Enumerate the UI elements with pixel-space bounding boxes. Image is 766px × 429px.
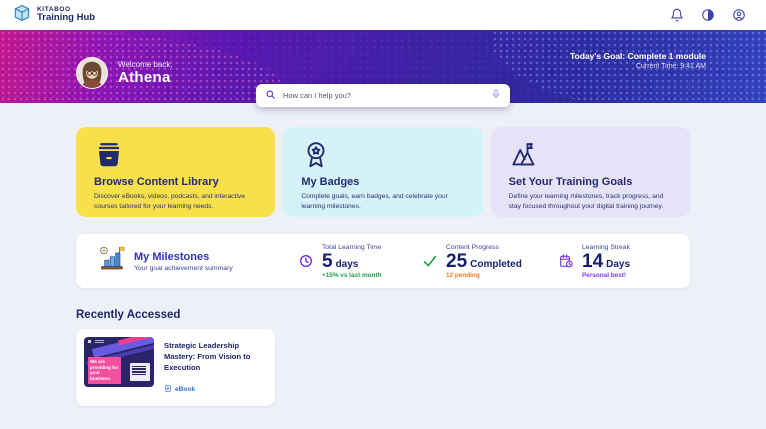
card-title: My Badges bbox=[301, 176, 464, 188]
user-name: Athena bbox=[118, 69, 173, 86]
user-avatar bbox=[76, 57, 108, 89]
stat-unit: Days bbox=[606, 259, 630, 270]
welcome-banner: Welcome back. Athena Today's Goal: Compl… bbox=[0, 30, 766, 103]
stat-label: Content Progress bbox=[446, 244, 522, 251]
card-set-training-goals[interactable]: Set Your Training Goals Define your lear… bbox=[491, 127, 690, 217]
mountain-flag-icon bbox=[509, 140, 672, 170]
stat-total-learning-time: Total Learning Time 5 days +15% vs last … bbox=[298, 244, 422, 279]
microphone-icon[interactable] bbox=[491, 87, 501, 105]
stat-content-progress: Content Progress 25 Completed 12 pending bbox=[422, 244, 558, 279]
top-header: KITABOO Training Hub bbox=[0, 0, 766, 30]
product-name: Training Hub bbox=[37, 13, 95, 23]
stat-learning-streak: Learning Streak 14 Days Personal best! bbox=[558, 244, 666, 279]
card-my-badges[interactable]: My Badges Complete goals, earn badges, a… bbox=[283, 127, 482, 217]
course-thumbnail: We are providing for your business. bbox=[84, 337, 154, 387]
quick-action-cards: Browse Content Library Discover eBooks, … bbox=[76, 127, 690, 217]
welcome-label: Welcome back. bbox=[118, 60, 173, 69]
document-icon bbox=[164, 380, 172, 398]
clock-history-icon bbox=[298, 253, 314, 269]
milestones-title: My Milestones bbox=[134, 251, 233, 263]
stat-value: 25 bbox=[446, 252, 467, 271]
content-library-box-icon bbox=[94, 140, 257, 170]
current-time: Current Time: 9:41 AM bbox=[570, 63, 706, 70]
green-check-icon bbox=[422, 253, 438, 269]
content-type-badge: eBook bbox=[175, 386, 195, 393]
stat-note: 12 pending bbox=[446, 272, 522, 279]
stat-note: +15% vs last month bbox=[322, 272, 382, 279]
recent-item-card[interactable]: We are providing for your business. Stra… bbox=[76, 329, 275, 406]
todays-goal: Today's Goal: Complete 1 module bbox=[570, 51, 706, 61]
card-description: Complete goals, earn badges, and celebra… bbox=[301, 192, 464, 212]
assistant-search-bar[interactable] bbox=[256, 84, 510, 107]
stat-note: Personal best! bbox=[582, 272, 630, 279]
profile-icon[interactable] bbox=[732, 8, 746, 22]
thumb-logo bbox=[88, 340, 102, 343]
card-browse-content-library[interactable]: Browse Content Library Discover eBooks, … bbox=[76, 127, 275, 217]
stat-value: 14 bbox=[582, 252, 603, 271]
stat-label: Learning Streak bbox=[582, 244, 630, 251]
calendar-clock-icon bbox=[558, 253, 574, 269]
stat-unit: Completed bbox=[470, 259, 522, 270]
recent-item-title: Strategic Leadership Mastery: From Visio… bbox=[164, 340, 267, 373]
notification-bell-icon[interactable] bbox=[670, 8, 684, 22]
recently-accessed-heading: Recently Accessed bbox=[76, 309, 690, 321]
award-badge-icon bbox=[301, 140, 464, 170]
theme-contrast-icon[interactable] bbox=[701, 8, 715, 22]
thumb-caption: We are providing for your business. bbox=[88, 357, 121, 384]
my-milestones-panel: My Milestones Your goal achievement summ… bbox=[76, 234, 690, 288]
kitaboo-logo[interactable]: KITABOO Training Hub bbox=[12, 3, 95, 28]
stat-label: Total Learning Time bbox=[322, 244, 382, 251]
thumb-text-block bbox=[130, 363, 150, 381]
card-title: Set Your Training Goals bbox=[509, 176, 672, 188]
milestones-subtitle: Your goal achievement summary bbox=[134, 265, 233, 272]
card-title: Browse Content Library bbox=[94, 176, 257, 188]
stat-value: 5 bbox=[322, 252, 333, 271]
search-icon bbox=[265, 87, 276, 105]
stat-unit: days bbox=[336, 259, 359, 270]
kitaboo-logo-icon bbox=[12, 3, 32, 28]
search-input[interactable] bbox=[283, 91, 484, 100]
card-description: Define your learning milestones, track p… bbox=[509, 192, 672, 212]
bar-chart-flag-medal-icon bbox=[98, 245, 125, 277]
card-description: Discover eBooks, videos, podcasts, and i… bbox=[94, 192, 257, 212]
